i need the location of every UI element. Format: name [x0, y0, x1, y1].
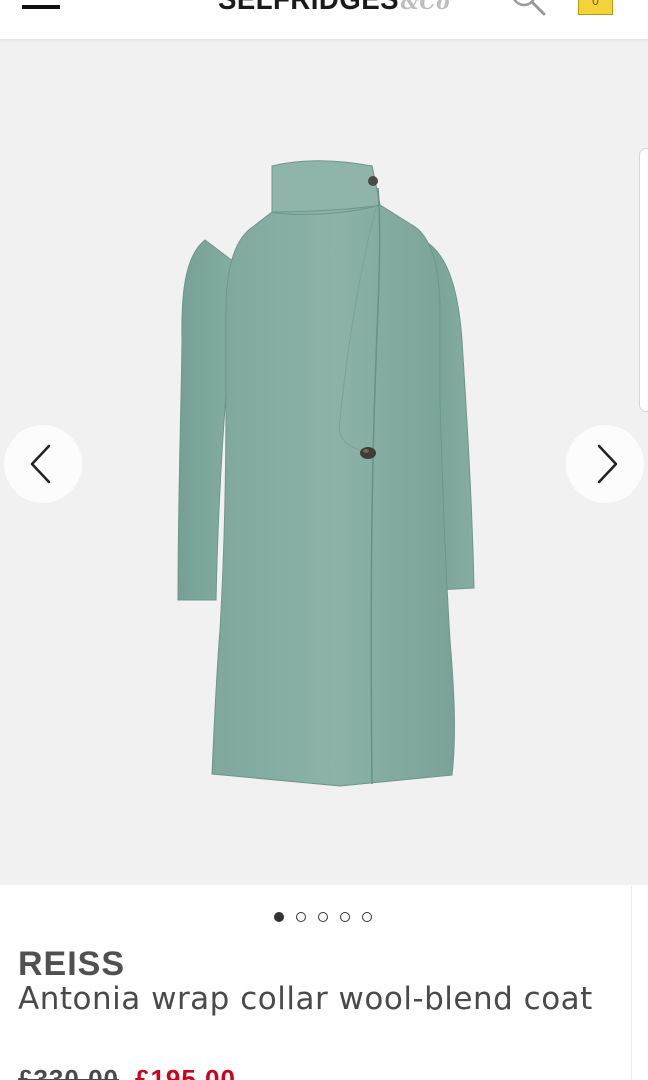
- product-title: Antonia wrap collar wool-blend coat: [18, 981, 593, 1017]
- divider: [631, 886, 632, 1080]
- carousel-dots: [274, 911, 384, 925]
- price-row: £330.00 £195.00: [18, 1064, 236, 1080]
- carousel-dot-5[interactable]: [362, 912, 372, 922]
- side-scroll-tab[interactable]: [639, 148, 648, 412]
- search-icon: [513, 0, 546, 16]
- site-header: SELFRIDGES&Co 0: [0, 0, 648, 40]
- product-brand[interactable]: REISS: [18, 944, 125, 984]
- previous-image-button[interactable]: [4, 425, 82, 503]
- search-button[interactable]: [508, 0, 548, 18]
- carousel-dot-3[interactable]: [318, 912, 328, 922]
- brand-logo-amp: &Co: [400, 0, 451, 15]
- product-page: SELFRIDGES&Co 0: [0, 0, 648, 1080]
- chevron-left-icon: [30, 444, 51, 484]
- product-image-gallery[interactable]: [0, 40, 648, 885]
- shopping-bag-button[interactable]: 0: [578, 0, 613, 15]
- brand-logo-text: SELFRIDGES: [218, 0, 399, 16]
- carousel-dot-2[interactable]: [296, 912, 306, 922]
- carousel-dot-1[interactable]: [274, 912, 284, 922]
- original-price: £330.00: [18, 1064, 119, 1080]
- chevron-right-icon: [597, 444, 618, 484]
- product-image: [0, 40, 648, 885]
- menu-bar-line: [22, 5, 60, 9]
- next-image-button[interactable]: [566, 425, 644, 503]
- hamburger-menu-icon[interactable]: [22, 0, 60, 16]
- sale-price: £195.00: [134, 1064, 236, 1080]
- carousel-dot-4[interactable]: [340, 912, 350, 922]
- brand-logo[interactable]: SELFRIDGES&Co: [218, 0, 450, 17]
- bag-count-badge: 0: [592, 0, 599, 8]
